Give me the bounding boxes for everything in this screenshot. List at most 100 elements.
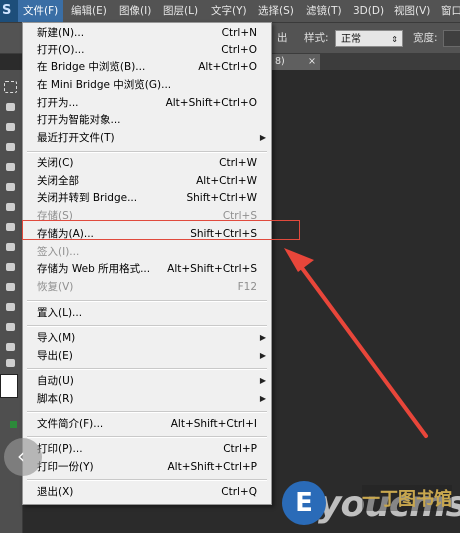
menu-item-label: 置入(L)...: [37, 307, 83, 319]
document-tab[interactable]: 8) ×: [270, 54, 320, 70]
menu-view[interactable]: 视图(V): [389, 0, 435, 22]
brush-tool-icon[interactable]: [3, 200, 19, 214]
menu-item-file-info[interactable]: 文件简介(F)... Alt+Shift+Ctrl+I: [23, 415, 271, 433]
menu-item-save-for-web[interactable]: 存储为 Web 所用格式... Alt+Shift+Ctrl+S: [23, 260, 271, 278]
style-select[interactable]: 正常 ⇕: [335, 30, 403, 47]
menu-item-open-as[interactable]: 打开为... Alt+Shift+Ctrl+O: [23, 94, 271, 112]
menu-image[interactable]: 图像(I): [114, 0, 156, 22]
submenu-arrow-icon: ▶: [259, 133, 266, 142]
menu-item-label: 文件简介(F)...: [37, 418, 104, 430]
menu-item-shortcut: Alt+Ctrl+W: [196, 175, 257, 187]
menu-item-label: 打印一份(Y): [37, 461, 94, 473]
menu-item-label: 存储为 Web 所用格式...: [37, 263, 151, 275]
menu-item-automate[interactable]: 自动(U) ▶: [23, 372, 271, 390]
menu-item-shortcut: F12: [237, 281, 257, 293]
menu-item-close-go-bridge[interactable]: 关闭并转到 Bridge... Shift+Ctrl+W: [23, 189, 271, 207]
menu-item-label: 退出(X): [37, 486, 74, 498]
watermark-logo-icon: E: [282, 481, 326, 525]
close-icon[interactable]: ×: [308, 54, 316, 70]
menu-item-recent-files[interactable]: 最近打开文件(T) ▶: [23, 129, 271, 147]
width-field[interactable]: [443, 30, 460, 47]
menu-item-label: 打开为...: [37, 97, 79, 109]
menu-item-close-all[interactable]: 关闭全部 Alt+Ctrl+W: [23, 172, 271, 190]
menu-item-label: 在 Mini Bridge 中浏览(G)...: [37, 79, 172, 91]
menu-item-label: 关闭并转到 Bridge...: [37, 192, 138, 204]
menu-item-label: 关闭全部: [37, 175, 79, 187]
menubar: S 文件(F) 编辑(E) 图像(I) 图层(L) 文字(Y) 选择(S) 滤镜…: [0, 0, 460, 23]
foreground-color-swatch[interactable]: [0, 374, 18, 398]
menu-item-label: 最近打开文件(T): [37, 132, 115, 144]
menu-separator: [27, 368, 267, 370]
menu-item-label: 签入(I)...: [37, 246, 80, 258]
menu-filter[interactable]: 滤镜(T): [301, 0, 347, 22]
menu-3d[interactable]: 3D(D): [348, 0, 389, 22]
submenu-arrow-icon: ▶: [259, 333, 266, 342]
menu-item-shortcut: Ctrl+N: [221, 27, 257, 39]
menu-item-shortcut: Alt+Shift+Ctrl+O: [165, 97, 257, 109]
eyedropper-tool-icon[interactable]: [3, 160, 19, 174]
menu-item-place[interactable]: 置入(L)...: [23, 304, 271, 322]
submenu-arrow-icon: ▶: [259, 394, 266, 403]
menu-item-label: 导入(M): [37, 332, 76, 344]
menu-item-scripts[interactable]: 脚本(R) ▶: [23, 390, 271, 408]
menu-item-open-smart-object[interactable]: 打开为智能对象...: [23, 111, 271, 129]
menu-item-revert: 恢复(V) F12: [23, 278, 271, 296]
menu-item-close[interactable]: 关闭(C) Ctrl+W: [23, 154, 271, 172]
pen-tool-icon[interactable]: [3, 300, 19, 314]
crop-tool-icon[interactable]: [3, 140, 19, 154]
menu-item-open[interactable]: 打开(O)... Ctrl+O: [23, 41, 271, 59]
save-as-highlight-box: [22, 220, 300, 240]
menu-item-export[interactable]: 导出(E) ▶: [23, 347, 271, 365]
gradient-tool-icon[interactable]: [3, 280, 19, 294]
menu-item-label: 在 Bridge 中浏览(B)...: [37, 61, 146, 73]
file-menu-dropdown: 新建(N)... Ctrl+N 打开(O)... Ctrl+O 在 Bridge…: [22, 22, 272, 505]
submenu-arrow-icon: ▶: [259, 351, 266, 360]
menu-type[interactable]: 文字(Y): [206, 0, 252, 22]
text-tool-icon[interactable]: [3, 320, 19, 334]
menu-window[interactable]: 窗口: [436, 0, 460, 22]
clone-stamp-tool-icon[interactable]: [3, 220, 19, 234]
menu-edit[interactable]: 编辑(E): [66, 0, 112, 22]
quick-mask-icon[interactable]: [10, 421, 17, 428]
menu-select[interactable]: 选择(S): [253, 0, 299, 22]
select-arrows-icon: ⇕: [391, 35, 398, 44]
menu-item-shortcut: Alt+Ctrl+O: [198, 61, 257, 73]
quick-select-tool-icon[interactable]: [3, 120, 19, 134]
menu-item-browse-mini-bridge[interactable]: 在 Mini Bridge 中浏览(G)...: [23, 76, 271, 94]
menu-item-print-one-copy[interactable]: 打印一份(Y) Alt+Shift+Ctrl+P: [23, 458, 271, 476]
history-brush-tool-icon[interactable]: [3, 240, 19, 254]
menu-item-browse-bridge[interactable]: 在 Bridge 中浏览(B)... Alt+Ctrl+O: [23, 58, 271, 76]
menu-item-new[interactable]: 新建(N)... Ctrl+N: [23, 24, 271, 42]
style-select-value: 正常: [341, 34, 361, 45]
menu-item-shortcut: Ctrl+P: [223, 443, 257, 455]
menu-item-shortcut: Shift+Ctrl+W: [186, 192, 257, 204]
menu-item-check-in: 签入(I)...: [23, 243, 271, 261]
menu-item-label: 打开(O)...: [37, 44, 85, 56]
lasso-tool-icon[interactable]: [3, 100, 19, 114]
menu-layer[interactable]: 图层(L): [158, 0, 203, 22]
menu-separator: [27, 325, 267, 327]
menu-separator: [27, 479, 267, 481]
path-select-tool-icon[interactable]: [3, 340, 19, 354]
menu-item-shortcut: Ctrl+W: [219, 157, 257, 169]
menu-item-print[interactable]: 打印(P)... Ctrl+P: [23, 440, 271, 458]
document-tab-label: 8): [275, 56, 285, 67]
marquee-tool-icon[interactable]: [3, 80, 19, 94]
menu-item-shortcut: Alt+Shift+Ctrl+I: [170, 418, 257, 430]
menu-item-label: 打印(P)...: [37, 443, 83, 455]
menu-item-label: 恢复(V): [37, 281, 74, 293]
menu-item-shortcut: Ctrl+O: [221, 44, 257, 56]
menu-separator: [27, 411, 267, 413]
eraser-tool-icon[interactable]: [3, 260, 19, 274]
back-arrow-button[interactable]: ‹: [4, 438, 42, 476]
menu-item-shortcut: Alt+Shift+Ctrl+P: [167, 461, 258, 473]
healing-brush-tool-icon[interactable]: [3, 180, 19, 194]
hand-tool-icon[interactable]: [3, 356, 19, 370]
menu-separator: [27, 151, 267, 153]
menu-item-exit[interactable]: 退出(X) Ctrl+Q: [23, 483, 271, 501]
menu-item-shortcut: Ctrl+Q: [221, 486, 257, 498]
menu-item-import[interactable]: 导入(M) ▶: [23, 329, 271, 347]
menu-item-label: 打开为智能对象...: [37, 114, 121, 126]
width-label: 宽度:: [413, 32, 438, 44]
menu-file[interactable]: 文件(F): [18, 0, 64, 22]
